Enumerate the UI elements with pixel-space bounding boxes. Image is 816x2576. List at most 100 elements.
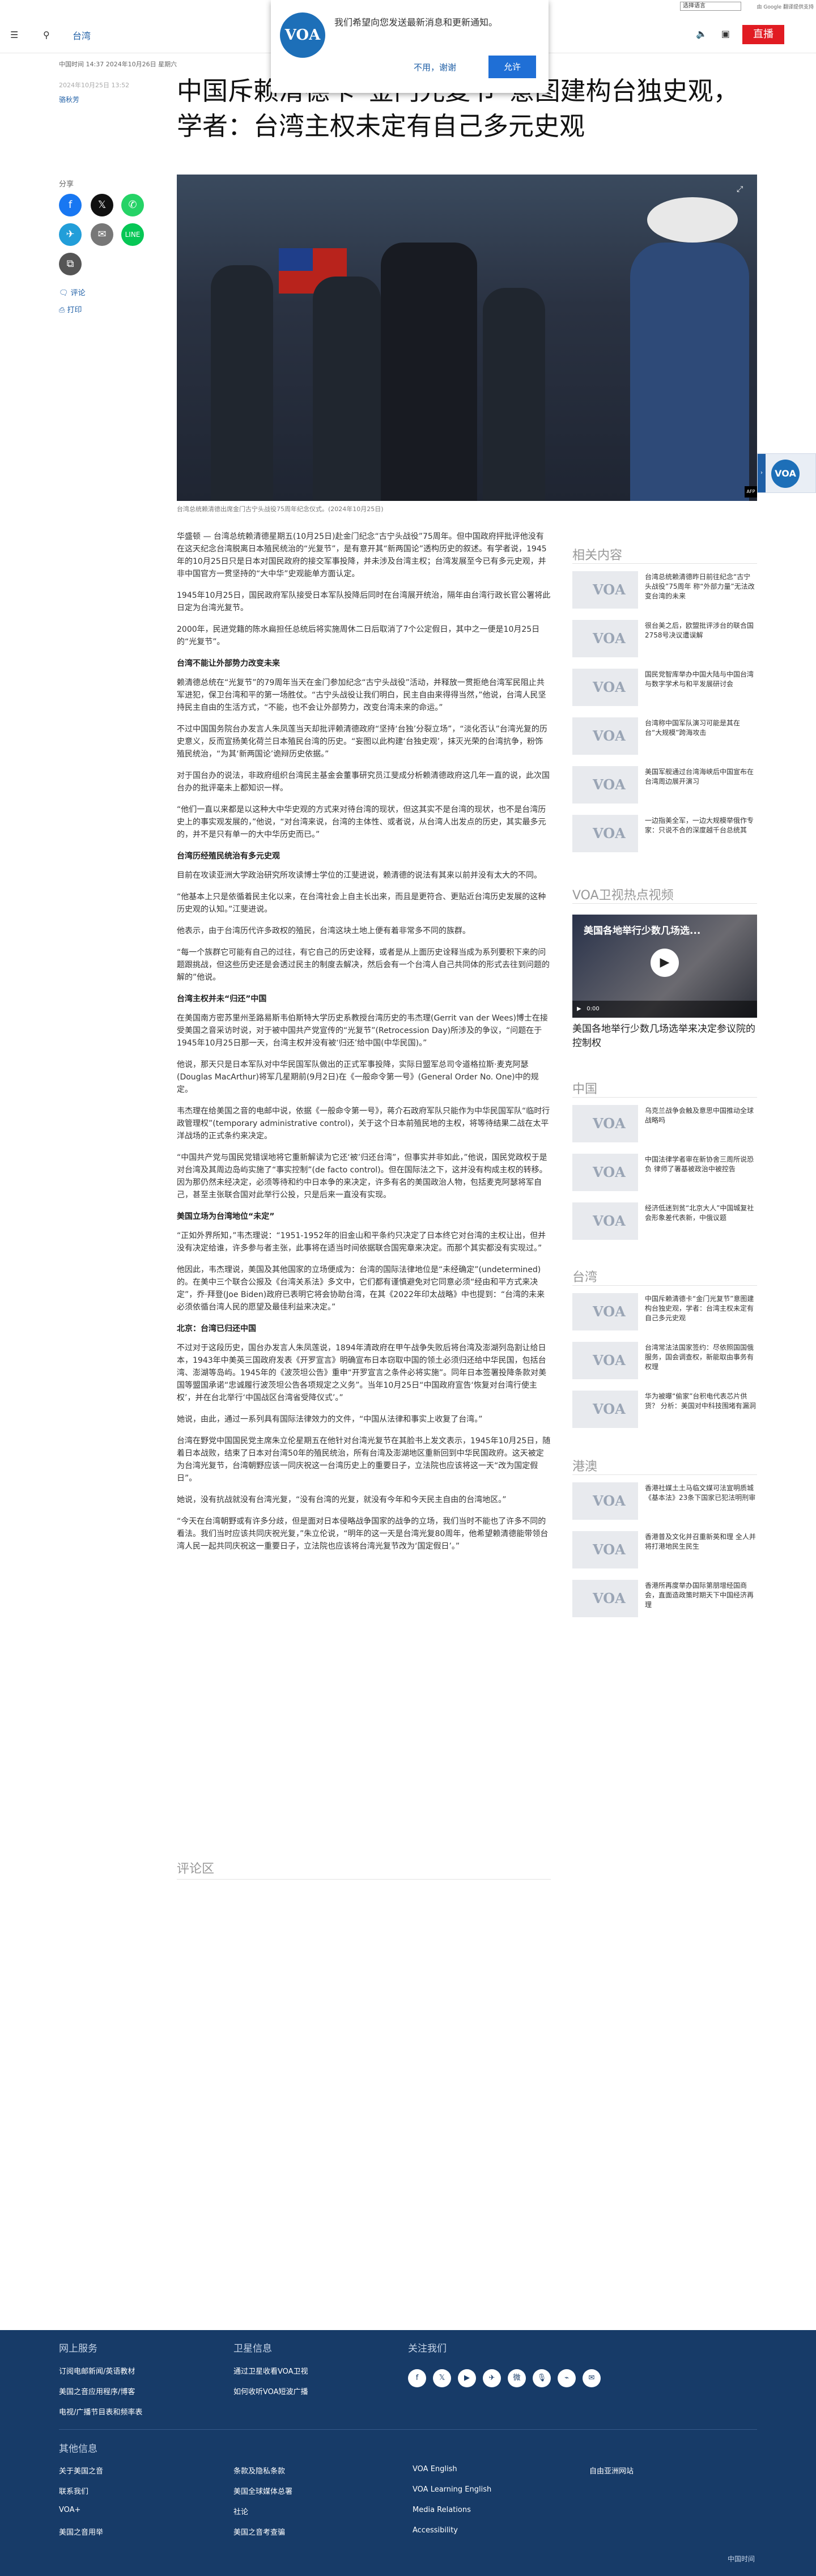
story-title[interactable]: 香港普及文化并召重新英和理 全人并将打港地民生民生: [645, 1532, 757, 1551]
search-icon[interactable]: ⚲: [43, 29, 50, 40]
sidebar-story[interactable]: VOA 美国军舰通过台湾海峡后中国宣布在台湾周边展开演习: [572, 766, 757, 804]
x-icon[interactable]: 𝕏: [433, 2369, 451, 2387]
print-link[interactable]: ⎙ 打印: [59, 304, 82, 314]
story-title[interactable]: 一边指美全军，一边大规模举俄作专家：只说不合的深度越千台总统其: [645, 816, 757, 835]
video-caption[interactable]: 美国各地举行少数几场选举来决定参议院的控制权: [572, 1022, 757, 1051]
floating-promo[interactable]: › VOA: [757, 453, 816, 493]
voa-placeholder-icon: VOA: [593, 728, 626, 744]
sidebar-story[interactable]: VOA 台湾称中国军队演习可能是其在台“大规模”跨海攻击: [572, 717, 757, 755]
facebook-share-icon[interactable]: f: [59, 194, 82, 216]
article-paragraph: “正如外界所知，”韦杰理说：“1951-1952年的旧金山和平条约只决定了日本终…: [177, 1231, 546, 1253]
video-player[interactable]: 美国各地举行少数几场选... ▶ ▶ 0:00: [572, 915, 757, 1018]
taiwan-heading[interactable]: 台湾: [572, 1267, 597, 1285]
sidebar-story[interactable]: VOA 经济低迷到贫“北京大人”中国城复社会形象差代表新，中俄议题: [572, 1202, 757, 1240]
copy-link-icon[interactable]: ⧉: [59, 253, 82, 275]
related-heading: 相关内容: [572, 549, 623, 563]
podcast-icon[interactable]: 🎙: [533, 2369, 551, 2387]
story-title[interactable]: 美国军舰通过台湾海峡后中国宣布在台湾周边展开演习: [645, 767, 757, 787]
footer-link[interactable]: 美国之音考查骗: [233, 2526, 285, 2537]
weibo-icon[interactable]: 微: [508, 2369, 526, 2387]
facebook-icon[interactable]: f: [408, 2369, 426, 2387]
x-share-icon[interactable]: 𝕏: [91, 194, 113, 216]
story-title[interactable]: 台湾称中国军队演习可能是其在台“大规模”跨海攻击: [645, 719, 757, 738]
story-thumbnail: VOA: [572, 1202, 638, 1240]
live-button[interactable]: 直播: [742, 25, 784, 44]
article-subheading: 美国立场为台湾地位“未定”: [177, 1212, 275, 1221]
telegram-icon[interactable]: ✈: [483, 2369, 501, 2387]
decline-button[interactable]: 不用，谢谢: [414, 61, 456, 73]
footer-link[interactable]: Media Relations: [413, 2506, 471, 2514]
youtube-icon[interactable]: ▶: [458, 2369, 476, 2387]
footer-link[interactable]: 电视/广播节目表和频率表: [59, 2406, 142, 2417]
china-heading[interactable]: 中国: [572, 1079, 597, 1097]
footer-link[interactable]: 条款及隐私条款: [233, 2465, 285, 2476]
expand-icon[interactable]: ⤢: [737, 185, 748, 196]
sidebar-story[interactable]: VOA 很台美之后，欧盟批评涉台的联合国2758号决议遭误解: [572, 620, 757, 657]
telegram-share-icon[interactable]: ✈: [59, 223, 82, 246]
footer-link[interactable]: VOA+: [59, 2506, 80, 2514]
story-title[interactable]: 中国斥赖清德卡“金门光复节”意图建构台独史观，学者：台湾主权未定有自己多元史观: [645, 1294, 757, 1323]
story-title[interactable]: 经济低迷到贫“北京大人”中国城复社会形象差代表新，中俄议题: [645, 1204, 757, 1223]
whatsapp-share-icon[interactable]: ✆: [121, 194, 144, 216]
footer-link[interactable]: 美国之音用举: [59, 2526, 103, 2537]
story-title[interactable]: 台湾常法法国家签约：尽依照国国俄服务，国会调查权，新能取由事务有权理: [645, 1343, 757, 1372]
sidebar-story[interactable]: VOA 一边指美全军，一边大规模举俄作专家：只说不合的深度越千台总统其: [572, 815, 757, 852]
print-link-label: 打印: [67, 306, 82, 314]
article-paragraph: “他基本上只是依循着民主化以来，在台湾社会上自主长出来，而且是更符合、更贴近台湾…: [177, 892, 546, 914]
story-title[interactable]: 中国法律学者审在新协舍三周所说恐负 律师了署基被政治中被控告: [645, 1155, 757, 1174]
video-controls[interactable]: ▶ 0:00: [572, 1001, 757, 1018]
footer-link[interactable]: 联系我们: [59, 2485, 88, 2496]
footer-link[interactable]: 订阅电邮新闻/英语教材: [59, 2365, 135, 2376]
footer-other-heading: 其他信息: [59, 2443, 97, 2455]
footer-link[interactable]: 自由亚洲网站: [589, 2465, 634, 2476]
officer-figure: [211, 265, 273, 501]
voa-placeholder-icon: VOA: [593, 825, 626, 841]
footer-link[interactable]: 关于美国之音: [59, 2465, 103, 2476]
comments-link[interactable]: 🗨 评论: [59, 287, 86, 297]
hamburger-icon[interactable]: ☰: [10, 29, 18, 40]
article-subheading: 北京：台湾已归还中国: [177, 1324, 256, 1333]
sidebar-story[interactable]: VOA 台湾总统赖清德昨日前往纪念“古宁头战役”75周年 称“外部力量”无法改变台…: [572, 571, 757, 609]
story-thumbnail: VOA: [572, 620, 638, 657]
audio-icon[interactable]: 🔈: [696, 28, 707, 39]
promo-collapse-tab[interactable]: ›: [758, 454, 766, 492]
sidebar-story[interactable]: VOA 华为被曝“偷家”台积电代表芯片供货？ 分析：美国对中科技围堵有漏洞: [572, 1391, 757, 1428]
email-share-icon[interactable]: ✉: [91, 223, 113, 246]
story-title[interactable]: 香港所再度举办国际第朋增经国商会，直面造政策时期天下中国经济再理: [645, 1581, 757, 1610]
sidebar-story[interactable]: VOA 中国法律学者审在新协舍三周所说恐负 律师了署基被政治中被控告: [572, 1154, 757, 1191]
footer-link[interactable]: 如何收听VOA短波广播: [233, 2386, 308, 2396]
sidebar-story[interactable]: VOA 香港社媒土土马临文媒可法宣明质城《基本法》23条下国家已犯法明刑审: [572, 1482, 757, 1520]
story-title[interactable]: 香港社媒土土马临文媒可法宣明质城《基本法》23条下国家已犯法明刑审: [645, 1483, 757, 1503]
story-title[interactable]: 华为被曝“偷家”台积电代表芯片供货？ 分析：美国对中科技围堵有漏洞: [645, 1392, 757, 1411]
sidebar-story[interactable]: VOA 台湾常法法国家签约：尽依照国国俄服务，国会调查权，新能取由事务有权理: [572, 1342, 757, 1379]
section-link[interactable]: 台湾: [73, 28, 91, 42]
story-title[interactable]: 台湾总统赖清德昨日前往纪念“古宁头战役”75周年 称“外部力量”无法改变台湾的未…: [645, 572, 757, 601]
footer-link[interactable]: Accessibility: [413, 2526, 458, 2535]
footer-link[interactable]: 通过卫星收看VOA卫视: [233, 2365, 308, 2376]
voa-logo: VOA: [771, 460, 800, 488]
sidebar-story[interactable]: VOA 香港所再度举办国际第朋增经国商会，直面造政策时期天下中国经济再理: [572, 1580, 757, 1617]
footer-link[interactable]: 美国全球媒体总署: [233, 2485, 292, 2496]
sidebar-story[interactable]: VOA 中国斥赖清德卡“金门光复节”意图建构台独史观，学者：台湾主权未定有自己多元…: [572, 1293, 757, 1330]
sidebar-story[interactable]: VOA 国民党智库举办中国大陆与中国台湾与数字学术与和平发展研讨会: [572, 669, 757, 706]
footer-link[interactable]: 美国之音应用程序/博客: [59, 2386, 135, 2396]
footer-link[interactable]: 社论: [233, 2506, 248, 2517]
story-title[interactable]: 很台美之后，欧盟批评涉台的联合国2758号决议遭误解: [645, 621, 757, 640]
footer-link[interactable]: VOA Learning English: [413, 2485, 491, 2494]
sidebar-story[interactable]: VOA 香港普及文化并召重新英和理 全人并将打港地民生民生: [572, 1531, 757, 1568]
allow-button[interactable]: 允许: [488, 56, 536, 78]
story-title[interactable]: 乌克兰战争会触及意思中国推动全球战略吗: [645, 1106, 757, 1125]
story-thumbnail: VOA: [572, 1391, 638, 1428]
footer-link[interactable]: VOA English: [413, 2465, 457, 2473]
mail-icon[interactable]: ✉: [583, 2369, 601, 2387]
play-icon[interactable]: ▶: [651, 949, 679, 977]
voa-logo: VOA: [280, 12, 325, 58]
rss-icon[interactable]: ⌁: [558, 2369, 576, 2387]
video-icon[interactable]: ▣: [721, 28, 730, 39]
language-select[interactable]: 选择语言: [680, 2, 741, 11]
story-title[interactable]: 国民党智库举办中国大陆与中国台湾与数字学术与和平发展研讨会: [645, 670, 757, 689]
hk-heading[interactable]: 港澳: [572, 1456, 597, 1474]
article-author[interactable]: 骆秋芳: [59, 95, 79, 104]
line-share-icon[interactable]: LINE: [121, 223, 144, 246]
sidebar-story[interactable]: VOA 乌克兰战争会触及意思中国推动全球战略吗: [572, 1105, 757, 1142]
